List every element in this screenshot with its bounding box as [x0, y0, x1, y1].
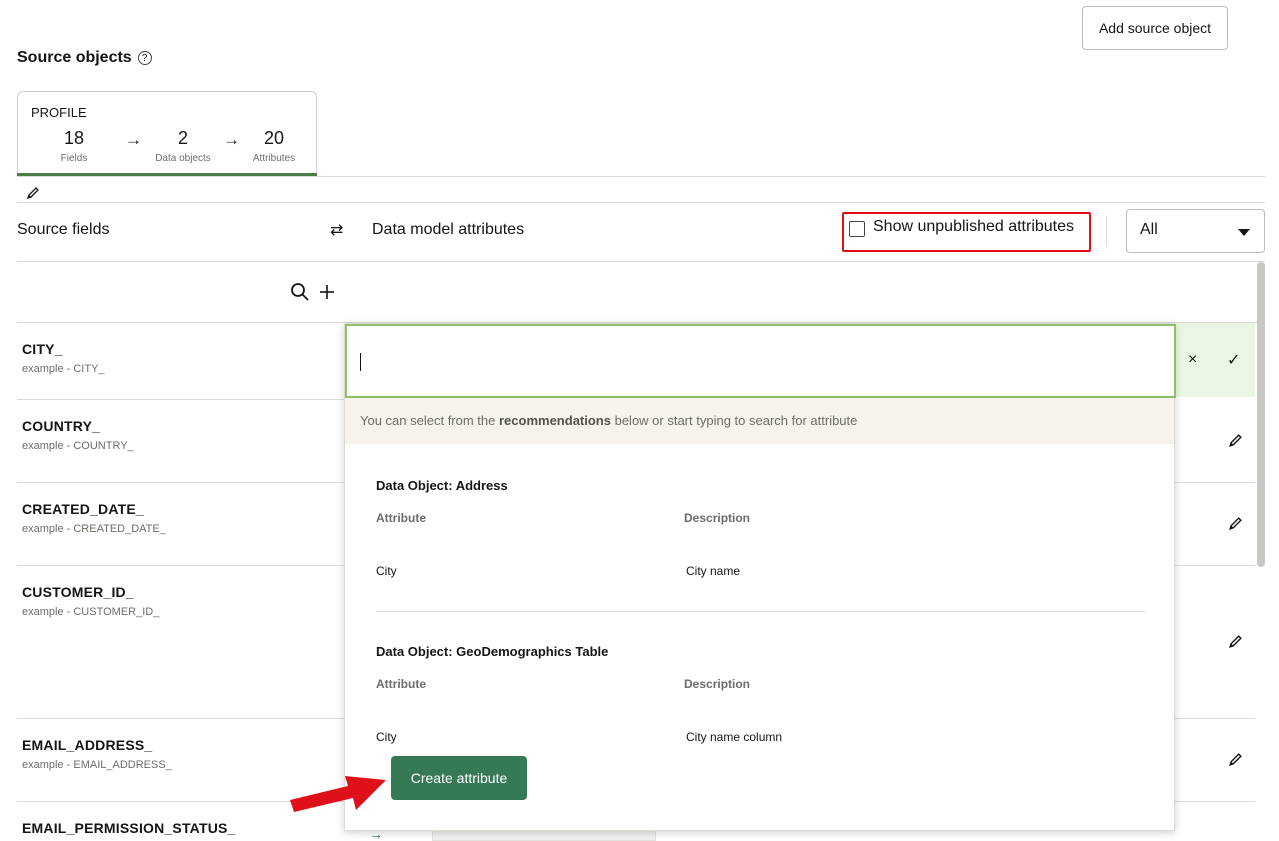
divider	[17, 202, 1265, 203]
row-title: CUSTOMER_ID_	[22, 584, 134, 600]
row-example: example - EMAIL_ADDRESS_	[22, 759, 172, 771]
swap-icon[interactable]: ⇄	[330, 220, 343, 240]
recommendation-description[interactable]: City name	[686, 564, 740, 578]
attribute-search-dropdown: You can select from the recommendations …	[344, 323, 1176, 831]
divider	[17, 261, 1265, 262]
profile-label: PROFILE	[31, 105, 87, 120]
column-label-description: Description	[684, 511, 751, 525]
group-title: Data Object: Address	[376, 478, 508, 493]
hint-prefix: You can select from the	[360, 413, 499, 428]
divider	[1175, 801, 1255, 802]
cancel-icon[interactable]: ×	[1188, 351, 1197, 369]
add-source-object-button[interactable]: Add source object	[1082, 6, 1228, 50]
divider	[17, 176, 1265, 177]
edit-icon[interactable]	[1228, 516, 1243, 536]
data-objects-count: 2	[177, 128, 188, 148]
edit-row-actions	[1175, 323, 1255, 397]
divider	[17, 565, 344, 566]
show-unpublished-label[interactable]: Show unpublished attributes	[873, 218, 1074, 236]
row-title: EMAIL_ADDRESS_	[22, 737, 153, 753]
show-unpublished-checkbox[interactable]	[849, 221, 865, 237]
recommendation-description[interactable]: City name column	[686, 730, 782, 744]
fields-count: 18	[63, 128, 85, 148]
row-example: example - CITY_	[22, 363, 105, 375]
hint-suffix: below or start typing to search for attr…	[610, 413, 858, 428]
row-title: EMAIL_PERMISSION_STATUS_	[22, 820, 236, 836]
edit-icon[interactable]	[1228, 433, 1243, 453]
column-label-description: Description	[684, 677, 751, 691]
divider	[1175, 718, 1255, 719]
divider	[17, 399, 344, 400]
column-label-attribute: Attribute	[376, 511, 426, 525]
divider	[1175, 565, 1255, 566]
search-icon[interactable]	[290, 282, 310, 307]
text-cursor	[360, 353, 361, 371]
divider	[17, 718, 344, 719]
divider	[17, 482, 344, 483]
divider	[1106, 216, 1107, 246]
help-icon[interactable]: ?	[137, 51, 152, 65]
attribute-search-input[interactable]	[345, 324, 1176, 398]
create-attribute-button[interactable]: Create attribute	[391, 756, 527, 800]
edit-icon[interactable]	[1228, 752, 1243, 772]
annotation-arrow-icon	[286, 770, 390, 819]
section-title-text: Source objects	[17, 49, 132, 66]
attributes-caption: Attributes	[252, 153, 296, 164]
data-objects-caption: Data objects	[155, 153, 211, 164]
confirm-icon[interactable]: ✓	[1227, 350, 1240, 370]
edit-icon[interactable]	[1228, 634, 1243, 654]
section-title: Source objects ?	[17, 49, 152, 67]
profile-card[interactable]: PROFILE 18 Fields → 2 Data objects → 20 …	[17, 91, 317, 176]
pencil-icon[interactable]	[26, 186, 40, 200]
source-fields-header: Source fields	[17, 221, 110, 238]
filter-select[interactable]: All	[1126, 209, 1265, 253]
fields-caption: Fields	[60, 153, 88, 164]
recommendations-hint: You can select from the recommendations …	[345, 398, 1174, 444]
data-objects-stat: 2 Data objects	[148, 128, 218, 164]
filter-select-value: All	[1140, 221, 1158, 238]
column-label-attribute: Attribute	[376, 677, 426, 691]
chevron-down-icon	[1238, 229, 1250, 236]
recommendation-attribute[interactable]: City	[376, 730, 397, 744]
attributes-stat: 20 Attributes	[248, 128, 300, 164]
hint-bold: recommendations	[499, 413, 611, 428]
data-model-attributes-header: Data model attributes	[372, 221, 525, 238]
row-example: example - COUNTRY_	[22, 440, 134, 452]
arrow-right-icon: →	[223, 130, 240, 149]
row-title: COUNTRY_	[22, 418, 101, 434]
divider	[1175, 482, 1255, 483]
row-example: example - CREATED_DATE_	[22, 523, 166, 535]
scrollbar[interactable]	[1257, 262, 1265, 567]
recommendation-attribute[interactable]: City	[376, 564, 397, 578]
divider	[376, 611, 1145, 612]
add-icon[interactable]	[318, 282, 336, 307]
attributes-count: 20	[263, 128, 285, 148]
row-example: example - CUSTOMER_ID_	[22, 606, 160, 618]
row-title: CITY_	[22, 341, 63, 357]
arrow-right-icon: →	[125, 130, 142, 149]
row-title: CREATED_DATE_	[22, 501, 144, 517]
group-title: Data Object: GeoDemographics Table	[376, 644, 609, 659]
fields-stat: 18 Fields	[54, 128, 94, 164]
